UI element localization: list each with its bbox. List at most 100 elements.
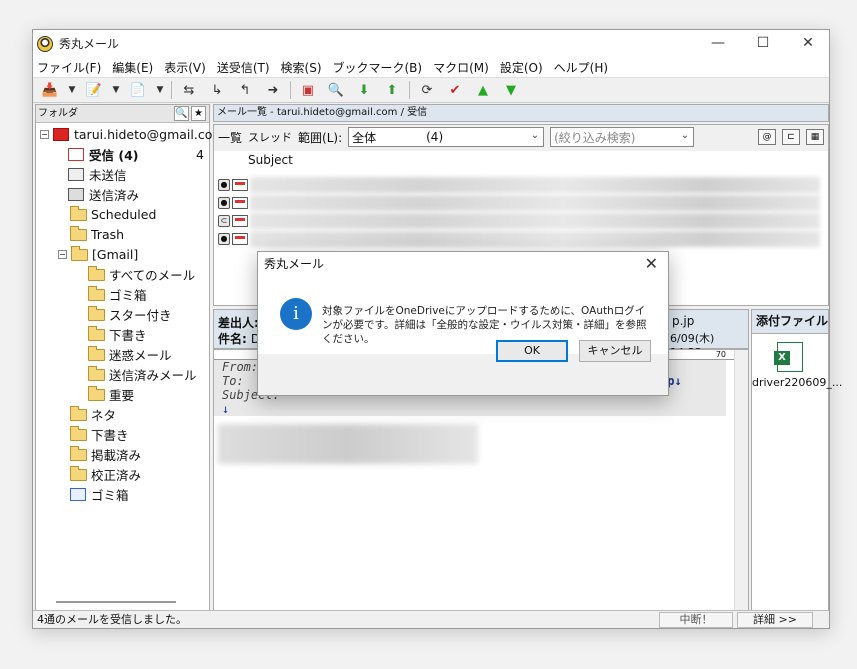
collapse-icon[interactable]: − xyxy=(58,250,67,259)
ok-button[interactable]: OK xyxy=(496,340,568,362)
tree-icon[interactable]: ⊏ xyxy=(782,129,800,145)
down-arrow-icon[interactable]: ▼ xyxy=(500,80,522,100)
folder-label: ゴミ箱 xyxy=(91,488,129,503)
dropdown-arrow-icon[interactable]: ▼ xyxy=(155,80,165,100)
details-button[interactable]: 詳細 >> xyxy=(737,612,813,628)
check-mark-icon[interactable]: ✔ xyxy=(444,80,466,100)
folder-starred[interactable]: スター付き xyxy=(88,305,172,324)
sync-icon[interactable]: ⟳ xyxy=(416,80,438,100)
column-subject[interactable]: Subject xyxy=(248,153,293,167)
reply-all-icon[interactable]: ⇆ xyxy=(178,80,200,100)
maximize-button[interactable]: ☐ xyxy=(740,30,786,57)
folder-label: 受信 (4) xyxy=(89,148,139,163)
folder-icon xyxy=(70,405,87,421)
menu-bookmark[interactable]: ブックマーク(B) xyxy=(333,59,423,76)
at-icon[interactable]: @ xyxy=(758,129,776,145)
compose-icon[interactable]: 📝 xyxy=(83,80,105,100)
folder-icon xyxy=(88,305,105,321)
folder-published[interactable]: 掲載済み xyxy=(70,445,141,464)
minimize-button[interactable]: — xyxy=(695,30,741,57)
folder-inbox[interactable]: 受信 (4) 4 xyxy=(68,145,208,164)
folder-account[interactable]: − tarui.hideto@gmail.com xyxy=(40,125,225,144)
collapse-icon[interactable]: − xyxy=(40,130,49,139)
range-select[interactable]: 全体 (4) ⌄ xyxy=(348,127,545,147)
menu-search[interactable]: 検索(S) xyxy=(281,59,322,76)
tab-list-view[interactable]: 一覧 xyxy=(218,129,242,146)
window-title: 秀丸メール xyxy=(59,37,120,51)
folder-scheduled[interactable]: Scheduled xyxy=(70,205,156,224)
tab-thread-view[interactable]: スレッド xyxy=(248,129,292,145)
folder-proofread[interactable]: 校正済み xyxy=(70,465,141,484)
table-row[interactable]: ● xyxy=(214,231,828,247)
folder-star-icon[interactable]: ★ xyxy=(191,106,206,121)
cancel-button[interactable]: キャンセル xyxy=(579,340,651,362)
folder-pane-title: フォルダ xyxy=(38,108,78,119)
reply-icon[interactable]: 📄 xyxy=(127,80,149,100)
app-icon xyxy=(37,35,53,52)
close-button[interactable]: ✕ xyxy=(785,30,831,57)
folder-pane: フォルダ 🔍 ★ − tarui.hideto@gmail.com 受信 (4)… xyxy=(35,104,225,612)
folder-gmail-drafts[interactable]: 下書き xyxy=(88,325,147,344)
forward-icon[interactable]: ↳ xyxy=(206,80,228,100)
folder-search-icon[interactable]: 🔍 xyxy=(174,106,189,121)
folder-spam[interactable]: 迷惑メール xyxy=(88,345,172,364)
table-row[interactable]: ● xyxy=(214,177,828,193)
search-icon[interactable]: 🔍 xyxy=(325,80,347,100)
folder-sent-mail[interactable]: 送信済みメール xyxy=(88,365,197,384)
table-row[interactable]: ● xyxy=(214,195,828,211)
menu-help[interactable]: ヘルプ(H) xyxy=(554,59,608,76)
attachment-filename[interactable]: driver220609_... xyxy=(752,376,842,389)
vertical-scrollbar[interactable] xyxy=(734,350,748,611)
toolbar-separator xyxy=(290,81,291,99)
subject-label: 件名: D xyxy=(218,332,261,346)
folder-trash[interactable]: Trash xyxy=(70,225,124,244)
ruler-end: 70 xyxy=(715,350,726,359)
folder-icon xyxy=(70,465,87,481)
status-bar: 4通のメールを受信しました。 中断！ 詳細 >> xyxy=(33,610,829,628)
folder-drafts[interactable]: 下書き xyxy=(70,425,129,444)
from-partial: p.jp xyxy=(672,314,695,328)
excel-file-icon[interactable] xyxy=(774,342,803,372)
dropdown-arrow-icon[interactable]: ▼ xyxy=(111,80,121,100)
menu-macro[interactable]: マクロ(M) xyxy=(433,59,489,76)
chevron-down-icon: ⌄ xyxy=(680,130,690,141)
menu-edit[interactable]: 編集(E) xyxy=(112,59,153,76)
grid-icon[interactable]: ▦ xyxy=(806,129,824,145)
blurred-subject xyxy=(250,177,820,193)
menu-view[interactable]: 表示(V) xyxy=(164,59,206,76)
abort-button[interactable]: 中断！ xyxy=(659,612,733,628)
menu-send-receive[interactable]: 送受信(T) xyxy=(217,59,270,76)
menu-settings[interactable]: 設定(O) xyxy=(500,59,543,76)
mail-icon xyxy=(232,197,248,209)
toolbar-separator xyxy=(171,81,172,99)
folder-pane-header: フォルダ 🔍 ★ xyxy=(36,105,209,123)
receive-mail-icon[interactable]: 📥 xyxy=(39,80,61,100)
mail-list-toolbar: 一覧 スレッド 範囲(L): 全体 (4) ⌄ (絞り込み検索) ⌄ @ ⊏ ▦ xyxy=(214,125,828,149)
folder-recycle[interactable]: ゴミ箱 xyxy=(70,485,129,504)
menu-file[interactable]: ファイル(F) xyxy=(37,59,101,76)
attachment-header: 添付ファイル xyxy=(752,310,828,334)
dropdown-arrow-icon[interactable]: ▼ xyxy=(67,80,77,100)
folder-label: [Gmail] xyxy=(92,247,139,262)
dialog-close-icon[interactable]: ✕ xyxy=(645,252,658,276)
folder-all-mail[interactable]: すべてのメール xyxy=(88,265,195,284)
folder-sent[interactable]: 送信済み xyxy=(68,185,139,204)
folder-unsent[interactable]: 未送信 xyxy=(68,165,127,184)
horizontal-scrollbar[interactable] xyxy=(56,601,176,603)
delete-icon[interactable]: ▣ xyxy=(297,80,319,100)
folder-label: 送信済み xyxy=(89,188,140,203)
search-prev-icon[interactable]: ⬆ xyxy=(381,80,403,100)
folder-label: Trash xyxy=(91,227,125,242)
range-value: 全体 xyxy=(352,130,377,145)
folder-gmail-trash[interactable]: ゴミ箱 xyxy=(88,285,147,304)
folder-neta[interactable]: ネタ xyxy=(70,405,116,424)
move-to-folder-icon[interactable]: ➜ xyxy=(262,80,284,100)
dialog-title-bar: 秀丸メール ✕ xyxy=(258,252,668,278)
redirect-icon[interactable]: ↰ xyxy=(234,80,256,100)
folder-important[interactable]: 重要 xyxy=(88,385,134,404)
folder-gmail[interactable]: − [Gmail] xyxy=(58,245,138,264)
filter-search-input[interactable]: (絞り込み検索) ⌄ xyxy=(550,127,695,147)
up-arrow-icon[interactable]: ▲ xyxy=(472,80,494,100)
search-next-icon[interactable]: ⬇ xyxy=(353,80,375,100)
table-row[interactable]: ⊂ xyxy=(214,213,828,229)
